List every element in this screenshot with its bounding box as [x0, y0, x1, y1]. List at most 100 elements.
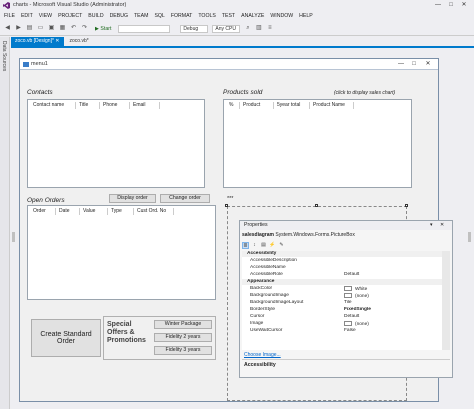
properties-window[interactable]: Properties ▾ ✕ salesdiagram System.Windo… [239, 220, 453, 378]
column-type[interactable]: Type [108, 208, 134, 215]
back-arrow-icon[interactable]: ◀ [4, 25, 11, 32]
resize-handle[interactable] [315, 204, 318, 207]
menu-edit[interactable]: EDIT [21, 13, 33, 19]
property-row[interactable]: UseWaitCursor False [242, 328, 442, 334]
column-value[interactable]: Value [80, 208, 108, 215]
properties-object-selector[interactable]: salesdiagram System.Windows.Forms.Pictur… [242, 231, 450, 240]
column-email[interactable]: Email [130, 102, 160, 109]
properties-close-icon[interactable]: ✕ [440, 221, 444, 230]
tab-label: zoco.vb [Design]* [15, 38, 54, 44]
menu-build[interactable]: BUILD [88, 13, 103, 19]
property-category[interactable]: Appearance [242, 279, 442, 285]
special-offers-group: Special Offers & Promotions Winter Packa… [103, 316, 216, 360]
open-orders-listview[interactable]: Order Date Value Type Cust Ord. No [27, 205, 216, 300]
column-order[interactable]: Order [30, 208, 56, 215]
properties-view-icon[interactable]: ▤ [260, 242, 267, 249]
menu-sql[interactable]: SQL [154, 13, 164, 19]
property-row[interactable]: Image (none) [242, 321, 442, 327]
find-icon[interactable]: ⌕ [244, 25, 251, 32]
property-category[interactable]: Accessibility [242, 251, 442, 257]
left-grip-handle[interactable] [12, 232, 15, 242]
start-button[interactable]: ▶ Start [95, 26, 111, 32]
menu-analyze[interactable]: ANALYZE [241, 13, 264, 19]
right-grip-handle[interactable] [468, 232, 471, 242]
image-swatch [344, 321, 352, 326]
winter-package-button[interactable]: Winter Package [154, 320, 212, 329]
redo-icon[interactable]: ↷ [81, 25, 88, 32]
fidelity-3-years-button[interactable]: Fidelity 3 years [154, 346, 212, 355]
properties-title-bar: Properties ▾ ✕ [240, 221, 452, 230]
menu-debug[interactable]: DEBUG [110, 13, 128, 19]
close-button[interactable]: ✕ [458, 0, 470, 10]
choose-image-link[interactable]: Choose Image... [244, 352, 281, 358]
maximize-button[interactable]: □ [445, 0, 457, 10]
resize-handle[interactable] [225, 204, 228, 207]
solution-explorer-icon[interactable]: ▥ [255, 25, 262, 32]
menu-test[interactable]: TEST [222, 13, 235, 19]
menu-window[interactable]: WINDOW [270, 13, 293, 19]
column-5year-total[interactable]: 5year total [274, 102, 310, 109]
property-pages-icon[interactable]: ✎ [278, 242, 285, 249]
menu-view[interactable]: VIEW [39, 13, 52, 19]
menu-help[interactable]: HELP [299, 13, 313, 19]
property-row[interactable]: AccessibleRole Default [242, 272, 442, 278]
new-project-icon[interactable]: ▤ [26, 25, 33, 32]
property-grid-scrollbar[interactable] [442, 251, 450, 350]
contacts-listview[interactable]: Contact name Title Phone Email [27, 99, 205, 188]
alphabetical-icon[interactable]: ↕ [251, 242, 258, 249]
color-swatch [344, 286, 352, 291]
property-grid[interactable]: Accessibility AccessibleDescription Acce… [242, 251, 442, 350]
resize-handle[interactable] [405, 204, 408, 207]
form-title: menu1 [31, 61, 48, 67]
pin-icon[interactable]: ▾ [430, 221, 433, 230]
undo-icon[interactable]: ↶ [70, 25, 77, 32]
property-row[interactable]: AccessibleDescription [242, 258, 442, 264]
form-minimize-button[interactable]: — [396, 60, 406, 68]
property-row[interactable]: Cursor Default [242, 314, 442, 320]
special-label-line1: Special [107, 321, 132, 328]
change-order-button[interactable]: Change order [160, 194, 210, 203]
column-phone[interactable]: Phone [100, 102, 130, 109]
column-product[interactable]: Product [240, 102, 274, 109]
tab-zoco-design[interactable]: zoco.vb [Design]* ✕ [11, 37, 64, 46]
menu-file[interactable]: FILE [4, 13, 15, 19]
property-row[interactable]: BackColor White [242, 286, 442, 292]
open-folder-icon[interactable]: ▭ [37, 25, 44, 32]
fidelity-2-years-button[interactable]: Fidelity 2 years [154, 333, 212, 342]
property-row[interactable]: AccessibleName [242, 265, 442, 271]
tab-zoco-code[interactable]: zoco.vb* [66, 37, 93, 46]
save-all-icon[interactable]: ▦ [59, 25, 66, 32]
property-row[interactable]: BorderStyle FixedSingle [242, 307, 442, 313]
column-title[interactable]: Title [76, 102, 100, 109]
save-icon[interactable]: ▣ [48, 25, 55, 32]
special-offers-label: Special Offers & Promotions [107, 321, 146, 345]
create-standard-order-button[interactable]: Create Standard Order [31, 319, 101, 357]
properties-icon[interactable]: ≡ [266, 25, 273, 32]
form-maximize-button[interactable]: □ [409, 60, 419, 68]
column-product-name[interactable]: Product Name [310, 102, 354, 109]
products-listview[interactable]: % Product 5year total Product Name [223, 99, 412, 188]
display-order-button[interactable]: Display order [109, 194, 156, 203]
column-date[interactable]: Date [56, 208, 80, 215]
menu-team[interactable]: TEAM [134, 13, 148, 19]
image-swatch [344, 293, 352, 298]
column-cust-ord-no[interactable]: Cust Ord. No [134, 208, 174, 215]
property-row[interactable]: BackgroundImageLayout Tile [242, 300, 442, 306]
configuration-combo[interactable]: Debug [180, 24, 209, 33]
menu-tools[interactable]: TOOLS [198, 13, 216, 19]
column-percent[interactable]: % [226, 102, 240, 109]
property-row[interactable]: BackgroundImage (none) [242, 293, 442, 299]
categorized-icon[interactable]: ≣ [242, 242, 249, 249]
form-close-button[interactable]: ✕ [423, 60, 433, 68]
menu-format[interactable]: FORMAT [171, 13, 193, 19]
data-sources-tab[interactable]: Data Sources [1, 41, 7, 71]
property-description: Accessibility [242, 359, 450, 377]
column-contact-name[interactable]: Contact name [30, 102, 76, 109]
products-header: % Product 5year total Product Name [226, 102, 354, 109]
events-icon[interactable]: ⚡ [269, 242, 276, 249]
forward-arrow-icon[interactable]: ▶ [15, 25, 22, 32]
target-combo[interactable] [118, 24, 171, 33]
menu-project[interactable]: PROJECT [58, 13, 82, 19]
minimize-button[interactable]: — [432, 0, 444, 10]
platform-combo[interactable]: Any CPU [212, 24, 241, 33]
